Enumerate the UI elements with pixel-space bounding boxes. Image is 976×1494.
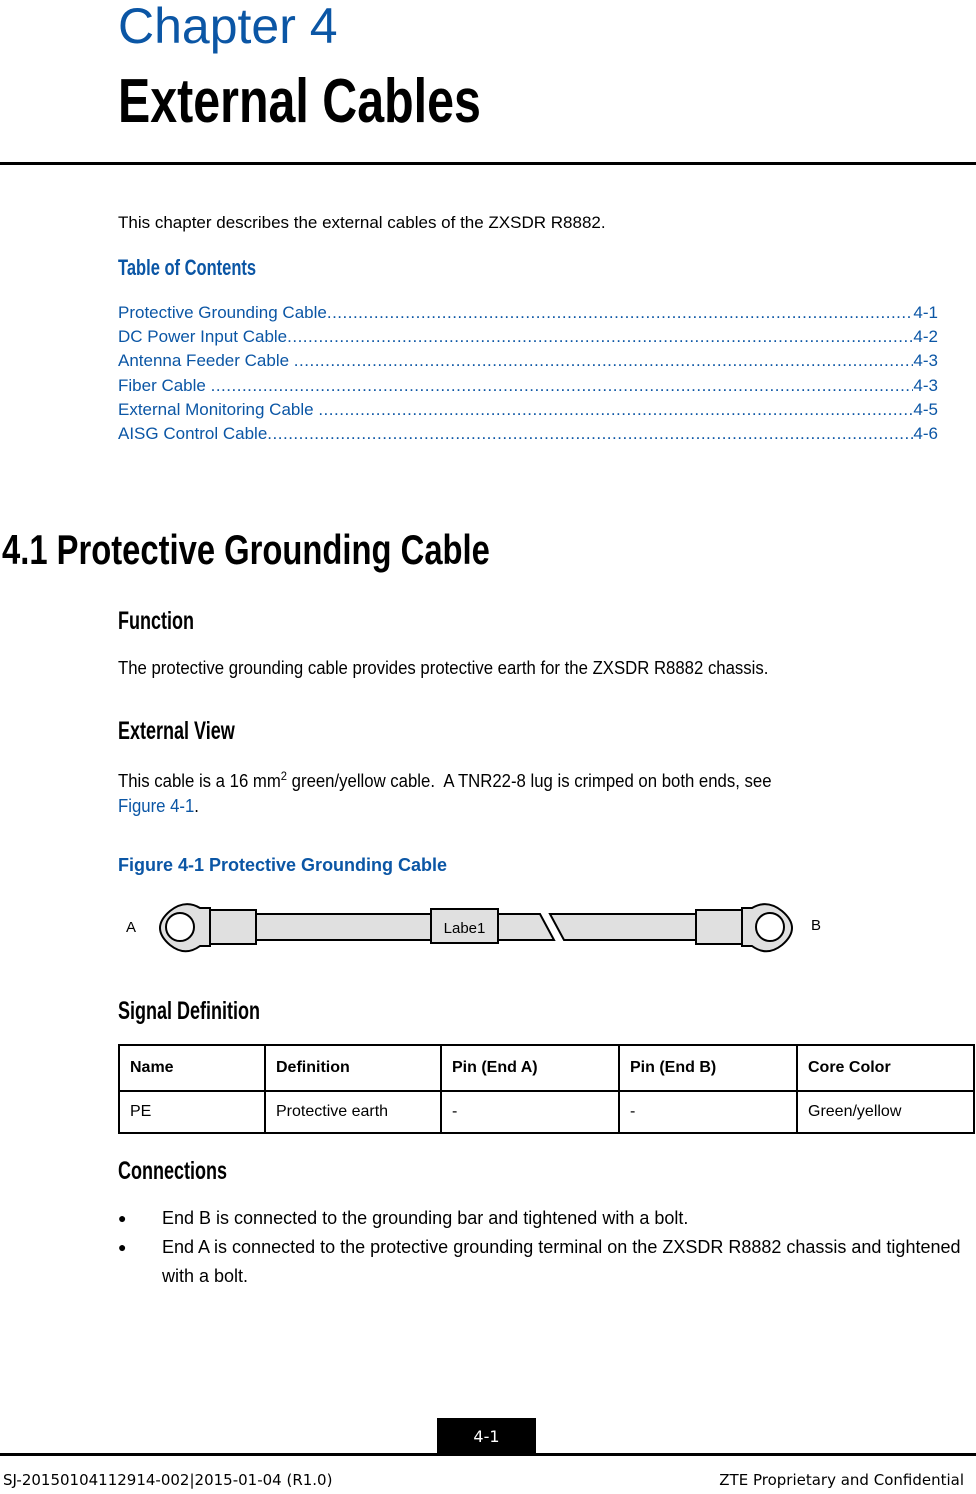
external-view-text-b: green/yellow cable. A TNR22-8 lug is cri…: [287, 771, 772, 791]
toc-item[interactable]: Fiber Cable 4-3: [118, 374, 938, 398]
end-b-label: B: [811, 917, 821, 934]
toc-item-title[interactable]: External Monitoring Cable: [118, 398, 318, 422]
table-cell: Protective earth: [264, 1090, 442, 1134]
external-view-heading: External View: [118, 717, 235, 745]
table-of-contents: Protective Grounding Cable 4-1 DC Power I…: [118, 301, 938, 446]
toc-leader: [294, 349, 914, 373]
connections-list: ● End B is connected to the grounding ba…: [118, 1204, 976, 1291]
toc-leader: [287, 325, 913, 349]
table-cell: Green/yellow: [796, 1090, 975, 1134]
toc-leader: [211, 374, 914, 398]
lug-b: [741, 903, 793, 953]
toc-item[interactable]: AISG Control Cable 4-6: [118, 422, 938, 446]
cable-figure: A Labe1 B: [126, 903, 821, 953]
link-suffix: .: [194, 796, 199, 816]
external-view-text-line2: Figure 4-1.: [118, 793, 199, 819]
toc-item-page[interactable]: 4-2: [913, 325, 938, 349]
column-header: Pin (End B): [618, 1044, 798, 1092]
toc-item[interactable]: External Monitoring Cable 4-5: [118, 398, 938, 422]
lug-b-hole: [755, 912, 785, 942]
function-text: The protective grounding cable provides …: [118, 658, 769, 678]
footer-divider: [0, 1453, 976, 1456]
toc-item-title[interactable]: Protective Grounding Cable: [118, 301, 327, 325]
toc-item[interactable]: DC Power Input Cable 4-2: [118, 325, 938, 349]
external-view-text-a: This cable is a 16 mm: [118, 771, 281, 791]
figure-caption: Figure 4-1 Protective Grounding Cable: [118, 855, 448, 875]
connections-heading: Connections: [118, 1157, 228, 1185]
lug-a: [159, 903, 211, 953]
toc-item-page[interactable]: 4-5: [913, 398, 938, 422]
signal-definition-heading: Signal Definition: [118, 997, 260, 1025]
external-view-text: This cable is a 16 mm2 green/yellow cabl…: [118, 763, 772, 794]
page-number: 4-1: [437, 1418, 536, 1455]
crimp-sleeve-b: [695, 909, 743, 945]
cable-tag-label: Labe1: [444, 920, 486, 937]
toc-item-title[interactable]: AISG Control Cable: [118, 422, 267, 446]
column-header: Core Color: [796, 1044, 975, 1092]
list-item: ● End B is connected to the grounding ba…: [118, 1204, 976, 1233]
figure-link[interactable]: Figure 4-1: [118, 796, 194, 816]
chapter-title: External Cables: [118, 67, 481, 136]
section-title: 4.1 Protective Grounding Cable: [2, 526, 490, 573]
toc-item-page[interactable]: 4-3: [913, 349, 938, 373]
toc-leader: [267, 422, 913, 446]
lug-a-hole: [165, 912, 195, 942]
table-row: PE Protective earth - - Green/yellow: [118, 1090, 975, 1134]
bullet-icon: ●: [118, 1210, 127, 1226]
column-header: Definition: [264, 1044, 442, 1092]
toc-item-page[interactable]: 4-1: [913, 301, 938, 325]
toc-leader: [327, 301, 914, 325]
document-id: SJ-20150104112914-002|2015-01-04 (R1.0): [3, 1471, 333, 1489]
crimp-sleeve-a: [209, 909, 257, 945]
cable-segment-left: [255, 913, 556, 941]
table-cell: -: [618, 1090, 798, 1134]
toc-item[interactable]: Protective Grounding Cable 4-1: [118, 301, 938, 325]
table-cell: PE: [118, 1090, 266, 1134]
confidentiality-notice: ZTE Proprietary and Confidential: [719, 1471, 964, 1489]
table-header-row: Name Definition Pin (End A) Pin (End B) …: [118, 1044, 975, 1092]
list-item: ● End A is connected to the protective g…: [118, 1233, 976, 1291]
toc-item-page[interactable]: 4-3: [913, 374, 938, 398]
list-item-text: End A is connected to the protective gro…: [162, 1237, 961, 1286]
signal-definition-table: Name Definition Pin (End A) Pin (End B) …: [118, 1044, 975, 1134]
toc-leader: [318, 398, 913, 422]
toc-heading: Table of Contents: [118, 255, 257, 280]
cable-tag: Labe1: [430, 908, 499, 944]
list-item-text: End B is connected to the grounding bar …: [162, 1208, 689, 1228]
column-header: Pin (End A): [440, 1044, 620, 1092]
table-cell: -: [440, 1090, 620, 1134]
toc-item-title[interactable]: Antenna Feeder Cable: [118, 349, 294, 373]
toc-item-page[interactable]: 4-6: [913, 422, 938, 446]
cable-segment-right: [548, 913, 697, 941]
end-a-label: A: [126, 919, 136, 936]
function-heading: Function: [118, 607, 194, 635]
header-divider: [0, 162, 976, 165]
toc-item-title[interactable]: DC Power Input Cable: [118, 325, 287, 349]
bullet-icon: ●: [118, 1239, 127, 1255]
column-header: Name: [118, 1044, 266, 1092]
chapter-label: Chapter 4: [118, 0, 338, 54]
toc-item[interactable]: Antenna Feeder Cable 4-3: [118, 349, 938, 373]
toc-item-title[interactable]: Fiber Cable: [118, 374, 211, 398]
chapter-intro: This chapter describes the external cabl…: [118, 213, 606, 232]
